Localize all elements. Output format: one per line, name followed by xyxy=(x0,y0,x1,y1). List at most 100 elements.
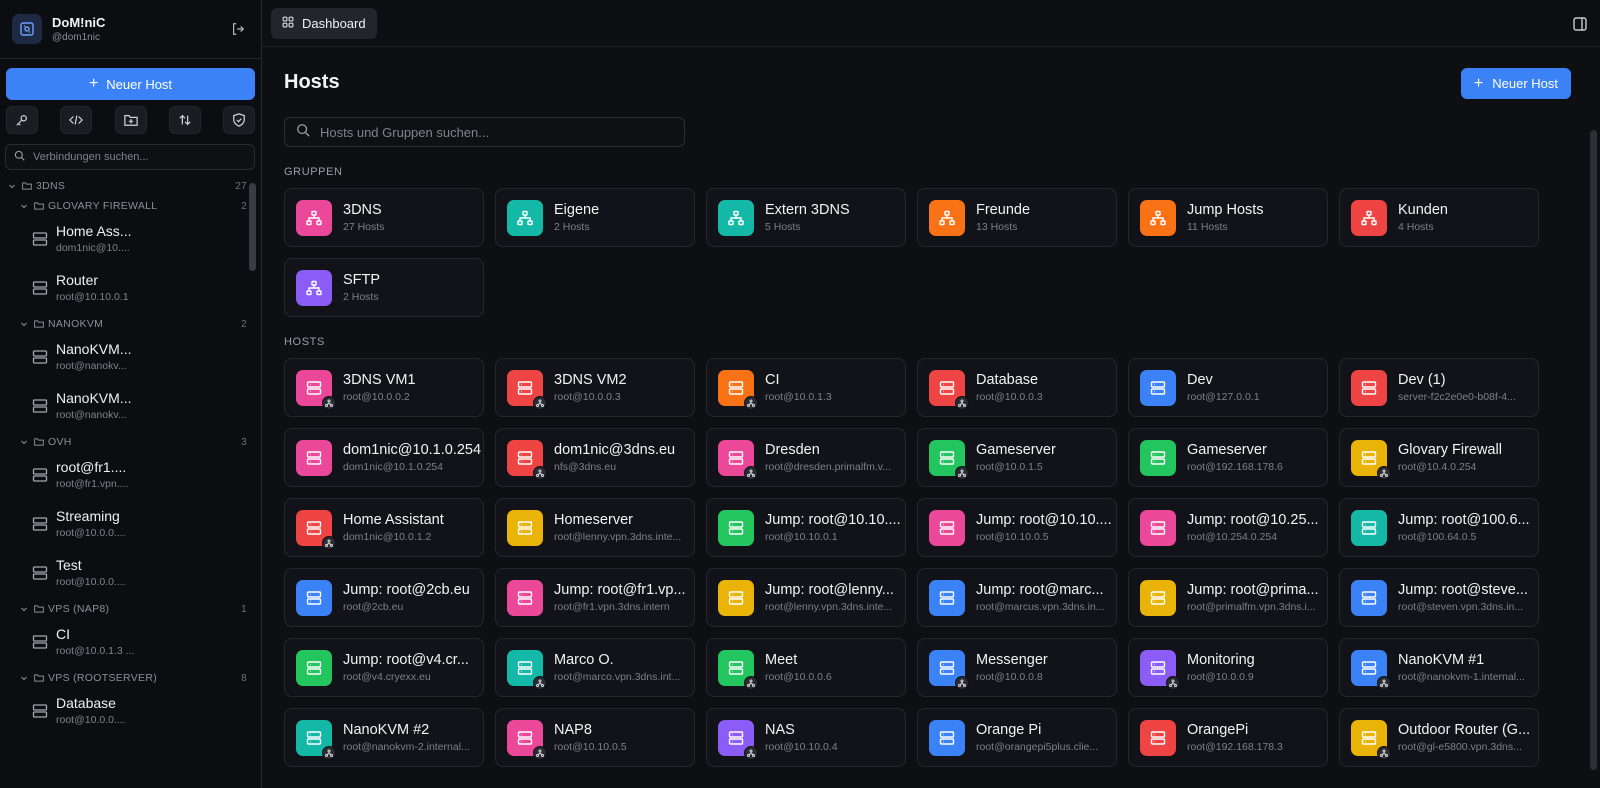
card-text: Jump Hosts 11 Hosts xyxy=(1187,202,1264,233)
host-name: dom1nic@10.1.0.254 xyxy=(343,442,482,458)
main-scrollbar[interactable] xyxy=(1590,130,1597,770)
user-name: DoM!niC xyxy=(52,15,106,30)
group-card[interactable]: Eigene 2 Hosts xyxy=(495,188,695,247)
tree-host-text: Streaming root@10.0.0.... xyxy=(56,508,126,539)
group-card[interactable]: Freunde 13 Hosts xyxy=(917,188,1117,247)
tree-host-address: root@10.0.0.... xyxy=(56,714,126,726)
host-name: Dev xyxy=(1187,372,1213,388)
tree-host-item[interactable]: NanoKVM... root@nanokv... xyxy=(0,381,247,430)
tree-host-item[interactable]: root@fr1.... root@fr1.vpn.... xyxy=(0,450,247,499)
tree-group[interactable]: VPS (ROOTSERVER) 8 xyxy=(0,670,247,686)
host-card[interactable]: Dev (1) server-f2c2e0e0-b08f-4... xyxy=(1339,358,1539,417)
tree-host-item[interactable]: NanoKVM... root@nanokv... xyxy=(0,332,247,381)
host-card[interactable]: NanoKVM #1 root@nanokvm-1.internal... xyxy=(1339,638,1539,697)
group-card[interactable]: SFTP 2 Hosts xyxy=(284,258,484,317)
host-address: root@lenny.vpn.3dns.inte... xyxy=(554,531,682,543)
host-card[interactable]: Marco O. root@marco.vpn.3dns.int... xyxy=(495,638,695,697)
host-card[interactable]: NAP8 root@10.10.0.5 xyxy=(495,708,695,767)
host-card[interactable]: Jump: root@fr1.vp... root@fr1.vpn.3dns.in… xyxy=(495,568,695,627)
host-card[interactable]: Homeserver root@lenny.vpn.3dns.inte... xyxy=(495,498,695,557)
tree-host-item[interactable]: Streaming root@10.0.0.... xyxy=(0,499,247,548)
host-card[interactable]: Database root@10.0.0.3 xyxy=(917,358,1117,417)
host-card[interactable]: Jump: root@lenny... root@lenny.vpn.3dns.i… xyxy=(706,568,906,627)
sidebar-scrollbar[interactable] xyxy=(249,183,256,271)
tree-host-item[interactable]: Home Ass... dom1nic@10.... xyxy=(0,214,247,263)
host-card[interactable]: NanoKVM #2 root@nanokvm-2.internal... xyxy=(284,708,484,767)
card-text: Database root@10.0.0.3 xyxy=(976,372,1043,403)
host-card[interactable]: Jump: root@10.10.... root@10.10.0.5 xyxy=(917,498,1117,557)
host-card[interactable]: Gameserver root@192.168.178.6 xyxy=(1128,428,1328,487)
host-card[interactable]: 3DNS VM1 root@10.0.0.2 xyxy=(284,358,484,417)
tree-group[interactable]: 3DNS 27 xyxy=(0,178,247,194)
group-card[interactable]: 3DNS 27 Hosts xyxy=(284,188,484,247)
new-host-button[interactable]: + Neuer Host xyxy=(1460,68,1571,99)
host-name: Jump: root@10.25... xyxy=(1187,512,1319,528)
tree-group[interactable]: NANOKVM 2 xyxy=(0,316,247,332)
tree-host-name: Database xyxy=(56,695,116,711)
host-name: 3DNS VM1 xyxy=(343,372,416,388)
tree-host-item[interactable]: Database root@10.0.0.... xyxy=(0,686,247,735)
host-card[interactable]: Messenger root@10.0.0.8 xyxy=(917,638,1117,697)
host-card[interactable]: Outdoor Router (G... root@gl-e5800.vpn.3d… xyxy=(1339,708,1539,767)
sidebar-search-input[interactable] xyxy=(33,151,233,163)
group-card[interactable]: Extern 3DNS 5 Hosts xyxy=(706,188,906,247)
jump-host-icon xyxy=(1377,745,1391,760)
sidebar-new-host-button[interactable]: + Neuer Host xyxy=(6,68,255,100)
host-card[interactable]: Gameserver root@10.0.1.5 xyxy=(917,428,1117,487)
card-text: Jump: root@steve... root@steven.vpn.3dns.… xyxy=(1398,582,1528,613)
code-icon[interactable] xyxy=(60,106,93,134)
shield-icon[interactable] xyxy=(223,106,255,134)
host-card[interactable]: CI root@10.0.1.3 xyxy=(706,358,906,417)
host-card[interactable]: 3DNS VM2 root@10.0.0.3 xyxy=(495,358,695,417)
host-card[interactable]: Jump: root@steve... root@steven.vpn.3dns.… xyxy=(1339,568,1539,627)
host-card[interactable]: dom1nic@3dns.eu nfs@3dns.eu xyxy=(495,428,695,487)
host-card[interactable]: dom1nic@10.1.0.254 dom1nic@10.1.0.254 xyxy=(284,428,484,487)
host-card[interactable]: Monitoring root@10.0.0.9 xyxy=(1128,638,1328,697)
card-text: Jump: root@v4.cr... root@v4.cryexx.eu xyxy=(343,652,469,683)
host-card[interactable]: Meet root@10.0.0.6 xyxy=(706,638,906,697)
host-card[interactable]: NAS root@10.10.0.4 xyxy=(706,708,906,767)
host-card[interactable]: Jump: root@marc... root@marcus.vpn.3dns.i… xyxy=(917,568,1117,627)
host-card[interactable]: Jump: root@v4.cr... root@v4.cryexx.eu xyxy=(284,638,484,697)
card-text: Dev root@127.0.0.1 xyxy=(1187,372,1260,403)
jump-host-icon xyxy=(533,675,547,690)
host-card[interactable]: OrangePi root@192.168.178.3 xyxy=(1128,708,1328,767)
key-icon[interactable] xyxy=(6,106,38,134)
panel-toggle-icon[interactable] xyxy=(1572,16,1588,32)
jump-host-icon xyxy=(533,465,547,480)
host-card[interactable]: Jump: root@2cb.eu root@2cb.eu xyxy=(284,568,484,627)
host-address: root@10.0.0.6 xyxy=(765,671,832,683)
tree-host-item[interactable]: CI root@10.0.1.3 ... xyxy=(0,617,247,666)
host-name: Jump: root@10.10.... xyxy=(765,512,901,528)
host-card[interactable]: Jump: root@prima... root@primalfm.vpn.3dn… xyxy=(1128,568,1328,627)
server-icon xyxy=(929,509,965,546)
host-card[interactable]: Dresden root@dresden.primalfm.v... xyxy=(706,428,906,487)
host-name: Outdoor Router (G... xyxy=(1398,722,1531,738)
host-card[interactable]: Dev root@127.0.0.1 xyxy=(1128,358,1328,417)
host-card[interactable]: Home Assistant dom1nic@10.0.1.2 xyxy=(284,498,484,557)
chevron-down-icon xyxy=(20,438,30,446)
host-card[interactable]: Jump: root@10.10.... root@10.10.0.1 xyxy=(706,498,906,557)
host-card[interactable]: Orange Pi root@orangepi5plus.clie... xyxy=(917,708,1117,767)
server-icon xyxy=(1351,439,1391,480)
host-name: CI xyxy=(765,372,780,388)
card-text: Home Assistant dom1nic@10.0.1.2 xyxy=(343,512,444,543)
host-card[interactable]: Jump: root@10.25... root@10.254.0.254 xyxy=(1128,498,1328,557)
tree-group[interactable]: OVH 3 xyxy=(0,434,247,450)
sort-icon[interactable] xyxy=(168,106,201,134)
host-card[interactable]: Jump: root@100.6... root@100.64.0.5 xyxy=(1339,498,1539,557)
tab-dashboard[interactable]: Dashboard xyxy=(271,7,377,39)
group-card[interactable]: Kunden 4 Hosts xyxy=(1339,188,1539,247)
folder-plus-icon[interactable] xyxy=(114,106,147,134)
sidebar-header: DoM!niC @dom1nic xyxy=(0,0,261,59)
tree-group[interactable]: VPS (NAP8) 1 xyxy=(0,601,247,617)
logout-icon[interactable] xyxy=(227,18,249,40)
tree-host-item[interactable]: Router root@10.10.0.1 xyxy=(0,263,247,312)
group-card[interactable]: Jump Hosts 11 Hosts xyxy=(1128,188,1328,247)
hosts-search-input[interactable] xyxy=(320,124,670,140)
sidebar-search-field[interactable] xyxy=(5,144,255,170)
hosts-search-field[interactable] xyxy=(284,117,685,147)
tree-host-item[interactable]: Test root@10.0.0.... xyxy=(0,548,247,597)
host-card[interactable]: Glovary Firewall root@10.4.0.254 xyxy=(1339,428,1539,487)
tree-group[interactable]: GLOVARY FIREWALL 2 xyxy=(0,198,247,214)
